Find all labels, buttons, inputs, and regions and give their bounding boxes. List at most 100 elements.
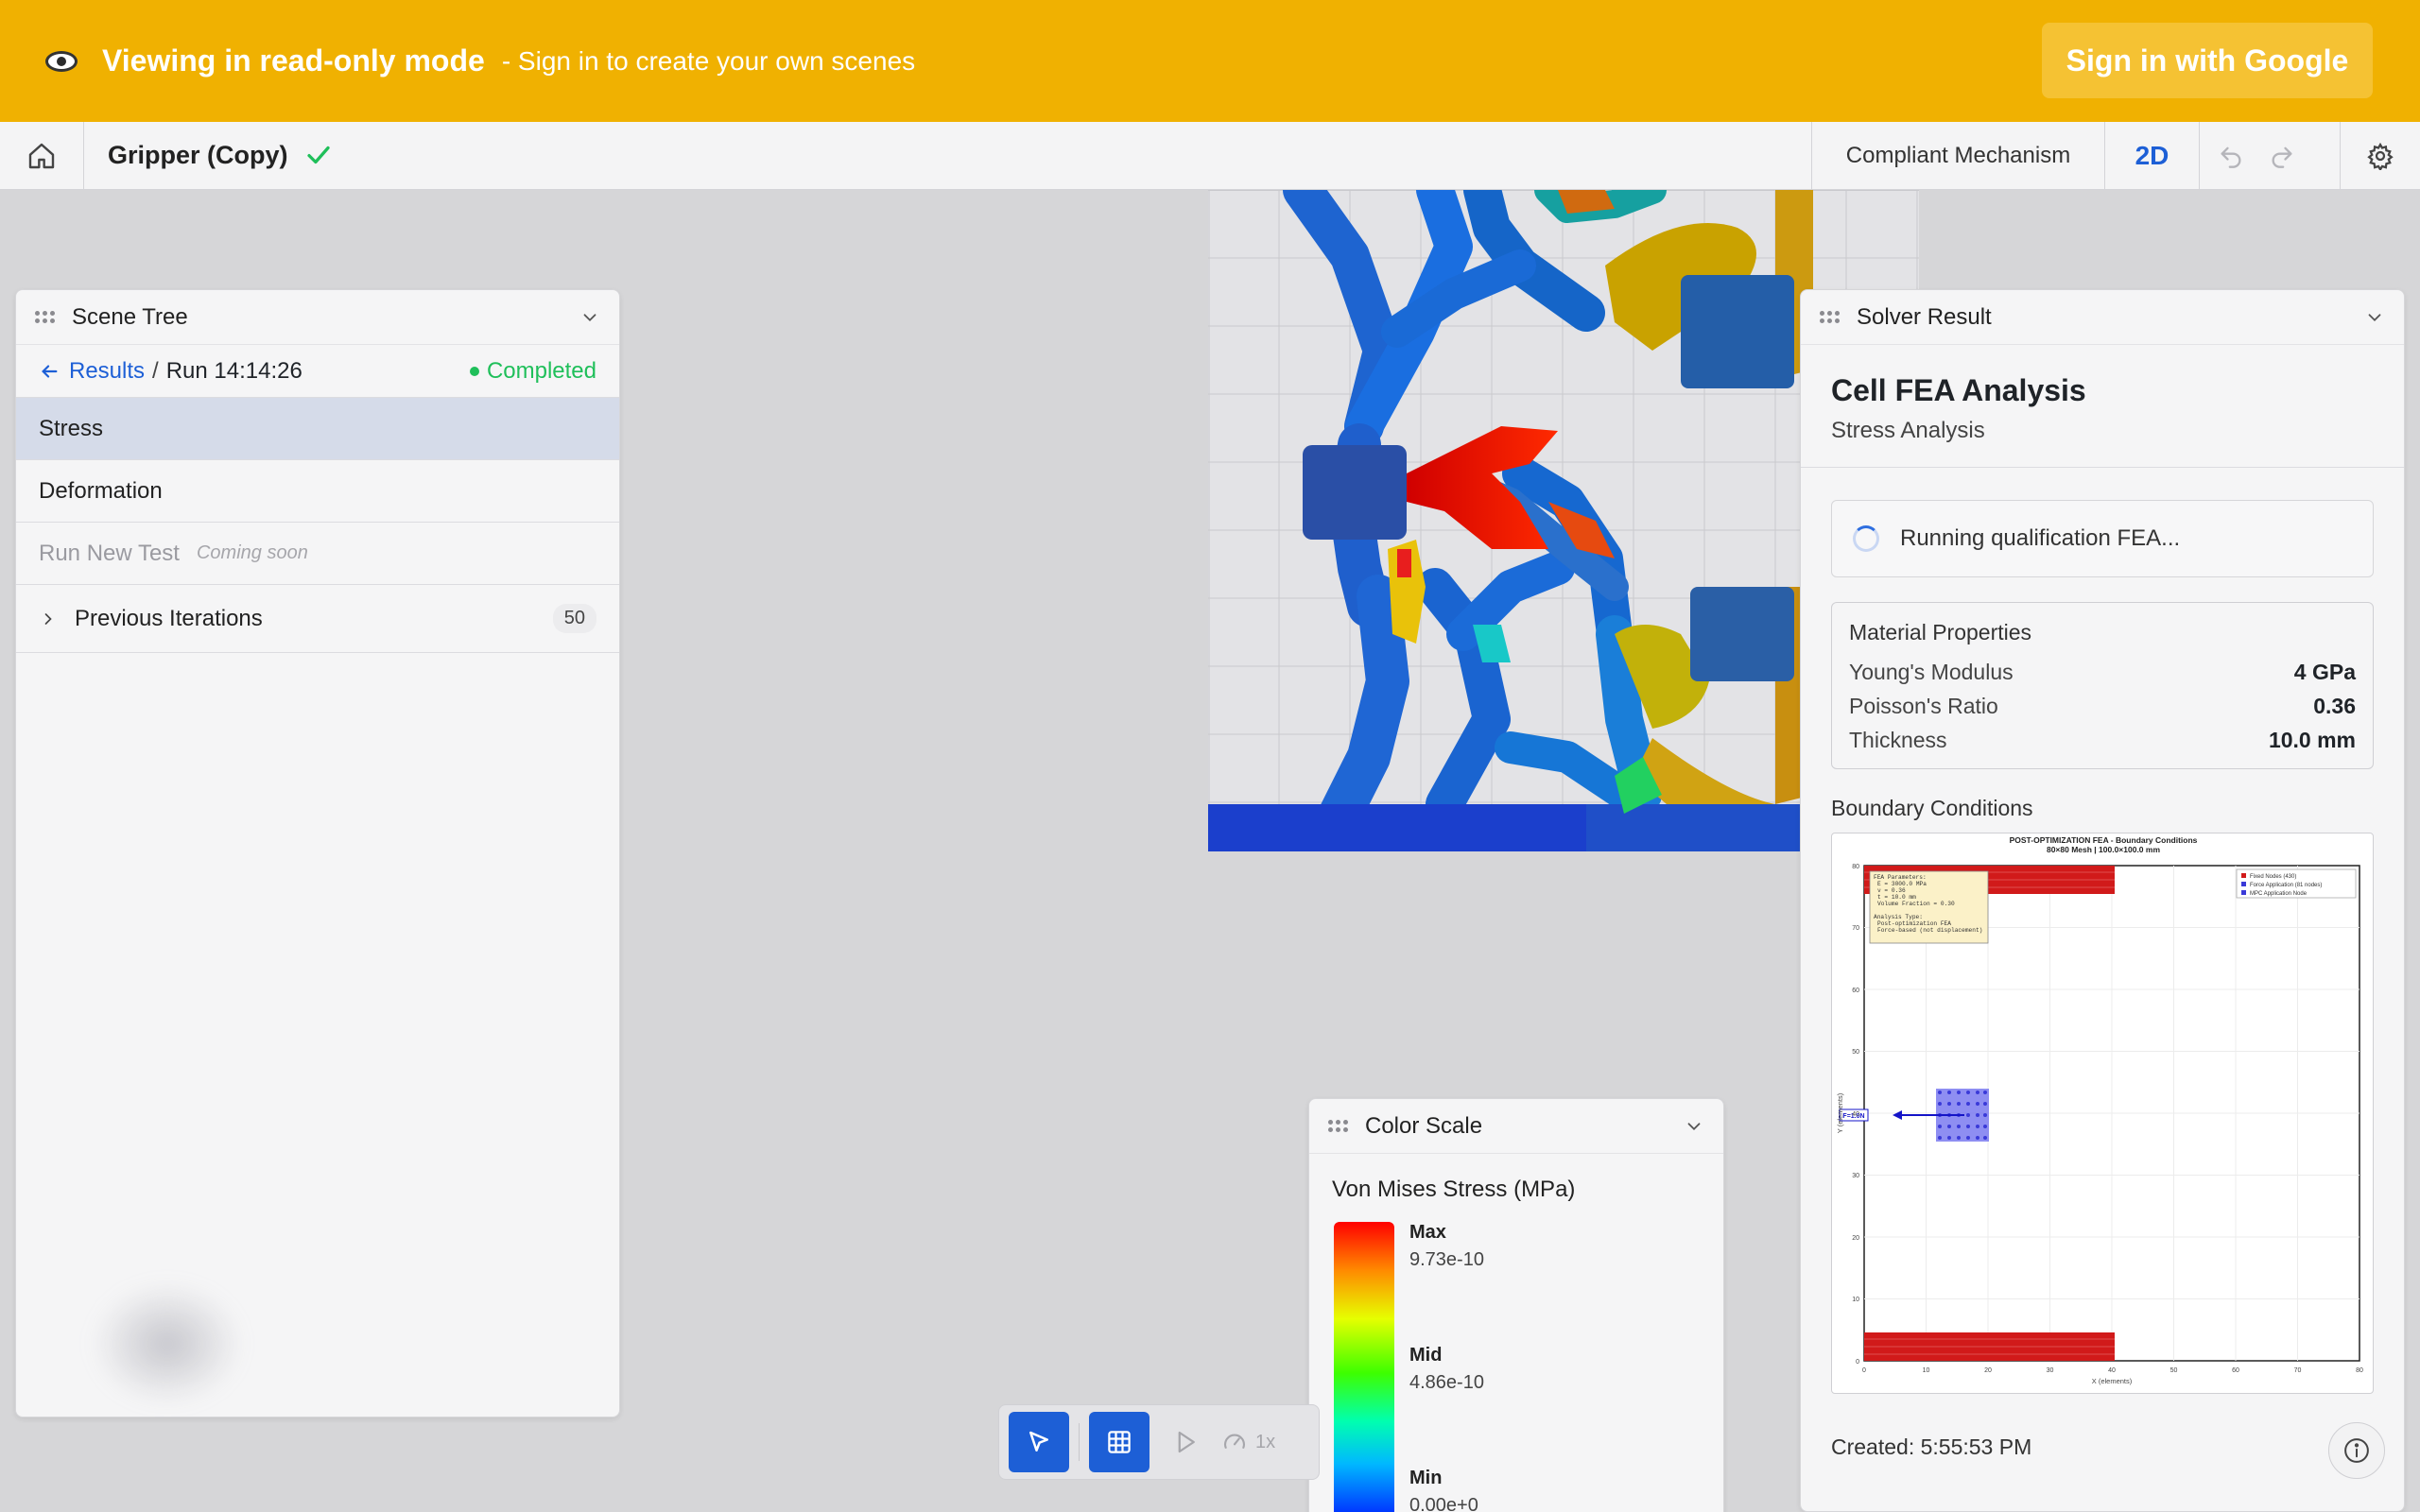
bc-analysis: Force-based (not displacement) bbox=[1877, 927, 1982, 934]
home-button[interactable] bbox=[0, 122, 84, 190]
bc-plot-subtitle: 80×80 Mesh | 100.0×100.0 mm bbox=[2047, 845, 2160, 854]
bc-ylabel: Y (elements) bbox=[1836, 1092, 1844, 1133]
bc-ytick: 20 bbox=[1852, 1235, 1859, 1242]
drag-handle-icon[interactable] bbox=[1820, 311, 1840, 323]
top-toolbar: Gripper (Copy) Compliant Mechanism 2D bbox=[0, 122, 2420, 190]
info-button[interactable] bbox=[2328, 1422, 2385, 1479]
running-status: Running qualification FEA... bbox=[1831, 500, 2374, 577]
material-row: Young's Modulus 4 GPa bbox=[1849, 655, 2356, 689]
bc-analysis: Post-optimization FEA bbox=[1877, 920, 1951, 927]
chevron-right-icon bbox=[44, 612, 52, 625]
grid-icon bbox=[1108, 1431, 1131, 1453]
color-scale-header[interactable]: Color Scale bbox=[1309, 1099, 1723, 1154]
bc-ytick: 50 bbox=[1852, 1049, 1859, 1056]
status-text: Completed bbox=[486, 357, 596, 384]
tree-item-label: Stress bbox=[39, 415, 104, 441]
dock-divider bbox=[1079, 1423, 1080, 1461]
max-value: 9.73e-10 bbox=[1409, 1249, 1484, 1270]
back-to-results-link[interactable]: Results bbox=[39, 358, 145, 385]
spinner-icon bbox=[1853, 525, 1879, 552]
redo-icon[interactable] bbox=[2269, 143, 2295, 169]
chevron-down-icon[interactable] bbox=[579, 307, 600, 328]
bc-plot-title: POST-OPTIMIZATION FEA - Boundary Conditi… bbox=[2010, 835, 2198, 845]
scene-tree-title: Scene Tree bbox=[72, 303, 188, 330]
bc-legend-item: MPC Application Node bbox=[2250, 891, 2308, 897]
solver-result-header[interactable]: Solver Result bbox=[1801, 290, 2404, 345]
color-scale-label: Von Mises Stress (MPa) bbox=[1332, 1177, 1576, 1202]
solver-result-panel: Solver Result Cell FEA Analysis Stress A… bbox=[1800, 289, 2405, 1512]
eye-icon bbox=[45, 50, 78, 72]
scene-tree-panel: Scene Tree Results / Run 14:14:26 Comple… bbox=[15, 289, 620, 1418]
arrow-left-icon bbox=[42, 364, 58, 378]
scene-tree-header[interactable]: Scene Tree bbox=[16, 290, 619, 345]
bc-ytick: 40 bbox=[1852, 1111, 1859, 1118]
tree-item-label: Deformation bbox=[39, 477, 163, 504]
created-timestamp: Created: 5:55:53 PM bbox=[1831, 1435, 2032, 1459]
tree-item-run-new-test: Run New Test Coming soon bbox=[16, 523, 619, 585]
tree-item-stress[interactable]: Stress bbox=[16, 398, 619, 460]
bc-ytick: 80 bbox=[1852, 864, 1859, 870]
breadcrumb-separator: / bbox=[152, 357, 159, 384]
min-label: Min bbox=[1409, 1468, 1443, 1488]
bc-xtick: 70 bbox=[2294, 1367, 2302, 1374]
banner-subtitle: - Sign in to create your own scenes bbox=[501, 45, 916, 76]
material-row: Poisson's Ratio 0.36 bbox=[1849, 689, 2356, 723]
bc-ytick: 10 bbox=[1852, 1297, 1859, 1303]
coming-soon-note: Coming soon bbox=[196, 542, 308, 563]
run-label: Run 14:14:26 bbox=[165, 357, 302, 384]
tree-item-previous-iterations[interactable]: Previous Iterations 50 bbox=[16, 585, 619, 653]
material-key: Young's Modulus bbox=[1849, 659, 2014, 684]
material-key: Poisson's Ratio bbox=[1849, 693, 1998, 718]
tree-item-deformation[interactable]: Deformation bbox=[16, 460, 619, 523]
status-dot-icon bbox=[469, 366, 479, 376]
bc-xtick: 60 bbox=[2232, 1367, 2239, 1374]
undo-icon[interactable] bbox=[2218, 143, 2244, 169]
speed-label: 1x bbox=[1255, 1431, 1276, 1452]
bc-xtick: 50 bbox=[2170, 1367, 2178, 1374]
chevron-down-icon[interactable] bbox=[2364, 307, 2385, 328]
select-tool-button[interactable] bbox=[1009, 1412, 1069, 1472]
settings-button[interactable] bbox=[2340, 122, 2420, 190]
material-value: 4 GPa bbox=[2293, 659, 2356, 684]
status-badge: Completed bbox=[469, 357, 596, 385]
bc-ytick: 0 bbox=[1856, 1359, 1859, 1366]
mode-selector[interactable]: Compliant Mechanism bbox=[1811, 122, 2104, 190]
banner-title: Viewing in read-only mode bbox=[102, 43, 485, 77]
bc-xtick: 0 bbox=[1862, 1367, 1866, 1374]
bc-xtick: 80 bbox=[2356, 1367, 2363, 1374]
bc-xtick: 40 bbox=[2108, 1367, 2116, 1374]
grid-toggle-button[interactable] bbox=[1089, 1412, 1150, 1472]
sign-in-google-button[interactable]: Sign in with Google bbox=[2042, 23, 2373, 98]
drag-handle-icon[interactable] bbox=[1328, 1120, 1348, 1132]
bc-legend-item: Fixed Nodes (430) bbox=[2250, 874, 2296, 880]
iterations-count-badge: 50 bbox=[552, 604, 596, 633]
color-scale-title: Color Scale bbox=[1365, 1112, 1483, 1139]
scene-name[interactable]: Gripper (Copy) bbox=[108, 141, 288, 170]
bc-ytick: 30 bbox=[1852, 1173, 1859, 1179]
material-properties: Material Properties Young's Modulus 4 GPa… bbox=[1831, 602, 2374, 769]
mid-value: 4.86e-10 bbox=[1409, 1372, 1484, 1393]
material-value: 10.0 mm bbox=[2268, 727, 2356, 752]
bc-ytick: 70 bbox=[1852, 925, 1859, 932]
results-link-label: Results bbox=[69, 357, 146, 384]
min-value: 0.00e+0 bbox=[1409, 1495, 1478, 1512]
playback-speed[interactable]: 1x bbox=[1221, 1429, 1275, 1455]
bc-param: ν = 0.36 bbox=[1877, 887, 1906, 894]
material-key: Thickness bbox=[1849, 727, 1947, 752]
play-button[interactable] bbox=[1155, 1412, 1216, 1472]
bottom-dock: 1x bbox=[998, 1404, 1320, 1480]
view-2d-toggle[interactable]: 2D bbox=[2104, 122, 2199, 190]
bc-xtick: 30 bbox=[2047, 1367, 2054, 1374]
boundary-conditions-plot[interactable]: POST-OPTIMIZATION FEA - Boundary Conditi… bbox=[1831, 833, 2374, 1394]
tree-item-label: Previous Iterations bbox=[75, 605, 263, 631]
drag-handle-icon[interactable] bbox=[35, 311, 55, 323]
running-label: Running qualification FEA... bbox=[1900, 525, 2181, 551]
mid-label: Mid bbox=[1409, 1345, 1443, 1366]
bc-params-title: FEA Parameters: bbox=[1874, 874, 1927, 881]
color-scale-panel: Color Scale Von Mises Stress (MPa) Max 9… bbox=[1308, 1098, 1724, 1512]
home-icon bbox=[28, 143, 55, 169]
saved-check-icon bbox=[307, 146, 330, 164]
history-controls bbox=[2199, 122, 2312, 190]
bc-param: t = 10.0 mm bbox=[1877, 894, 1916, 901]
chevron-down-icon[interactable] bbox=[1684, 1116, 1704, 1137]
